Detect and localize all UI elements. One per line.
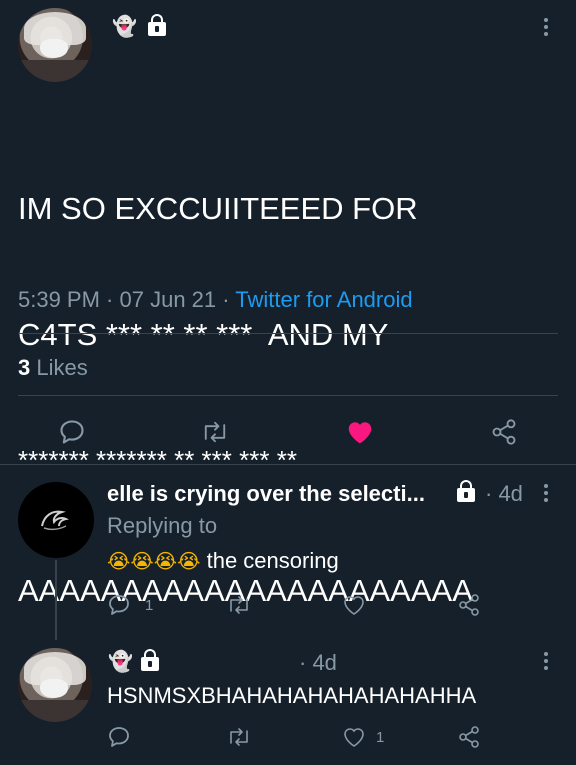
likes-label: Likes: [30, 355, 88, 380]
divider: [18, 333, 558, 334]
heart-icon[interactable]: [342, 594, 366, 616]
reply-icon[interactable]: [107, 725, 131, 749]
wave-art: [41, 510, 70, 531]
reply-text-content: the censoring: [200, 548, 339, 573]
avatar-mask: [40, 39, 69, 59]
lock-icon: [148, 14, 166, 36]
retweet-icon[interactable]: [226, 593, 252, 617]
heart-icon[interactable]: [342, 726, 366, 748]
reply-icon[interactable]: [58, 418, 86, 446]
divider: [0, 464, 576, 465]
reply-time: · 4d: [299, 650, 337, 675]
share-icon[interactable]: [457, 725, 481, 749]
replying-to: Replying to: [107, 513, 218, 538]
reply-count: 1: [145, 597, 154, 614]
reply-text: 😭😭😭😭 the censoring: [107, 548, 339, 574]
share-icon[interactable]: [457, 593, 481, 617]
thread-line: [55, 560, 57, 640]
share-icon[interactable]: [490, 418, 518, 446]
crying-emojis: 😭😭😭😭: [107, 549, 201, 573]
divider: [18, 395, 558, 396]
tweet-date: 07 Jun 21: [119, 287, 217, 312]
lock-icon: [141, 649, 159, 671]
lock-icon: [457, 480, 475, 502]
reply-icon[interactable]: [107, 593, 131, 617]
author-avatar[interactable]: [18, 8, 92, 82]
avatar-body: [18, 699, 92, 722]
meta-separator: ·: [99, 287, 120, 312]
like-count: 1: [376, 729, 385, 746]
tweet-text-line: C4TS *** ** ** *** AND MY: [18, 317, 389, 352]
more-icon[interactable]: [544, 652, 548, 673]
reply-time: · 4d: [485, 481, 523, 506]
heart-icon[interactable]: [345, 417, 375, 445]
tweet-text-line: IM SO EXCCUIITEEED FOR: [18, 191, 418, 226]
reply-text: HSNMSXBHAHAHAHAHAHAHAHHA: [107, 683, 477, 708]
ghost-emoji: 👻: [108, 649, 133, 673]
ghost-emoji: 👻: [112, 14, 137, 38]
retweet-icon[interactable]: [226, 725, 252, 749]
likes-count[interactable]: 3 Likes: [18, 355, 88, 381]
more-icon[interactable]: [544, 484, 548, 505]
retweet-icon[interactable]: [200, 418, 230, 446]
tweet-meta: 5:39 PM · 07 Jun 21 · Twitter for Androi…: [18, 287, 413, 313]
more-icon[interactable]: [544, 18, 548, 39]
reply-author-name[interactable]: elle is crying over the selecti...: [107, 481, 425, 507]
reply2-author-avatar[interactable]: [18, 648, 92, 722]
likes-number: 3: [18, 355, 31, 380]
reply-author-avatar[interactable]: [18, 482, 94, 558]
avatar-body: [18, 59, 92, 82]
meta-separator: ·: [216, 287, 236, 312]
tweet-text-line: ******* ******* ** *** *** **: [18, 445, 297, 475]
tweet-source-link[interactable]: Twitter for Android: [235, 287, 412, 312]
avatar-mask: [40, 679, 69, 699]
tweet-time: 5:39 PM: [18, 287, 100, 312]
